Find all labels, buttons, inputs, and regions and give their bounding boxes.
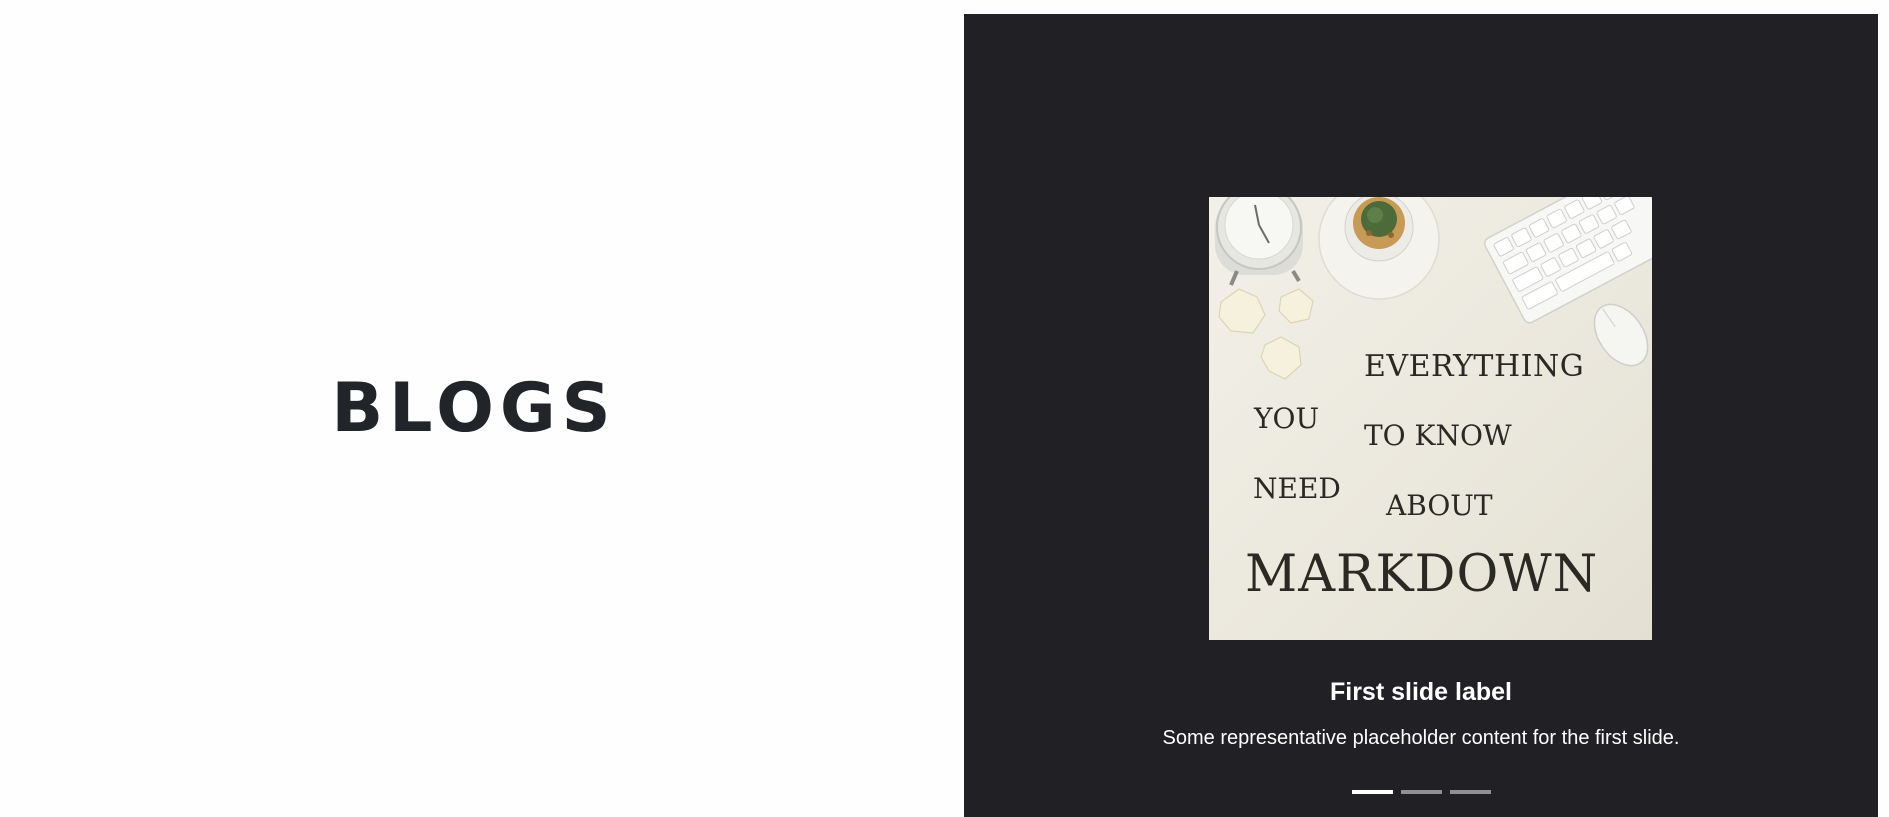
image-text-you: YOU [1254, 402, 1320, 435]
image-text-need: NEED [1253, 472, 1341, 505]
keyboard-icon [1483, 197, 1652, 324]
image-text-about: ABOUT [1386, 489, 1493, 522]
carousel-indicator-3[interactable] [1449, 787, 1491, 797]
cactus-cup-icon [1318, 197, 1440, 300]
image-text-everything: EVERYTHING [1364, 349, 1585, 384]
slide-description: Some representative placeholder content … [1162, 727, 1680, 749]
carousel-indicators [964, 787, 1878, 797]
indicator-bar [1400, 790, 1442, 794]
blogs-heading: BLOGS [331, 369, 617, 448]
page: BLOGS EVERYTHING YOU TO KNOW NEED ABOUT … [0, 0, 1889, 817]
image-text-markdown: MARKDOWN [1245, 545, 1599, 604]
indicator-bar [1449, 790, 1491, 794]
slide-caption: First slide label Some representative pl… [964, 674, 1878, 752]
slide-title: First slide label [1329, 678, 1512, 706]
carousel-indicator-2[interactable] [1400, 787, 1442, 797]
carousel-indicator-1[interactable] [1351, 787, 1393, 797]
blogs-section: BLOGS [0, 0, 964, 817]
indicator-bar [1351, 790, 1393, 794]
crumpled-paper-icon [1218, 288, 1314, 380]
blog-carousel[interactable]: EVERYTHING YOU TO KNOW NEED ABOUT MARKDO… [964, 14, 1878, 817]
slide-image-markdown: EVERYTHING YOU TO KNOW NEED ABOUT MARKDO… [1209, 197, 1652, 640]
image-text-to-know: TO KNOW [1364, 419, 1512, 452]
mouse-icon [1593, 303, 1649, 367]
alarm-clock-icon [1215, 197, 1303, 286]
